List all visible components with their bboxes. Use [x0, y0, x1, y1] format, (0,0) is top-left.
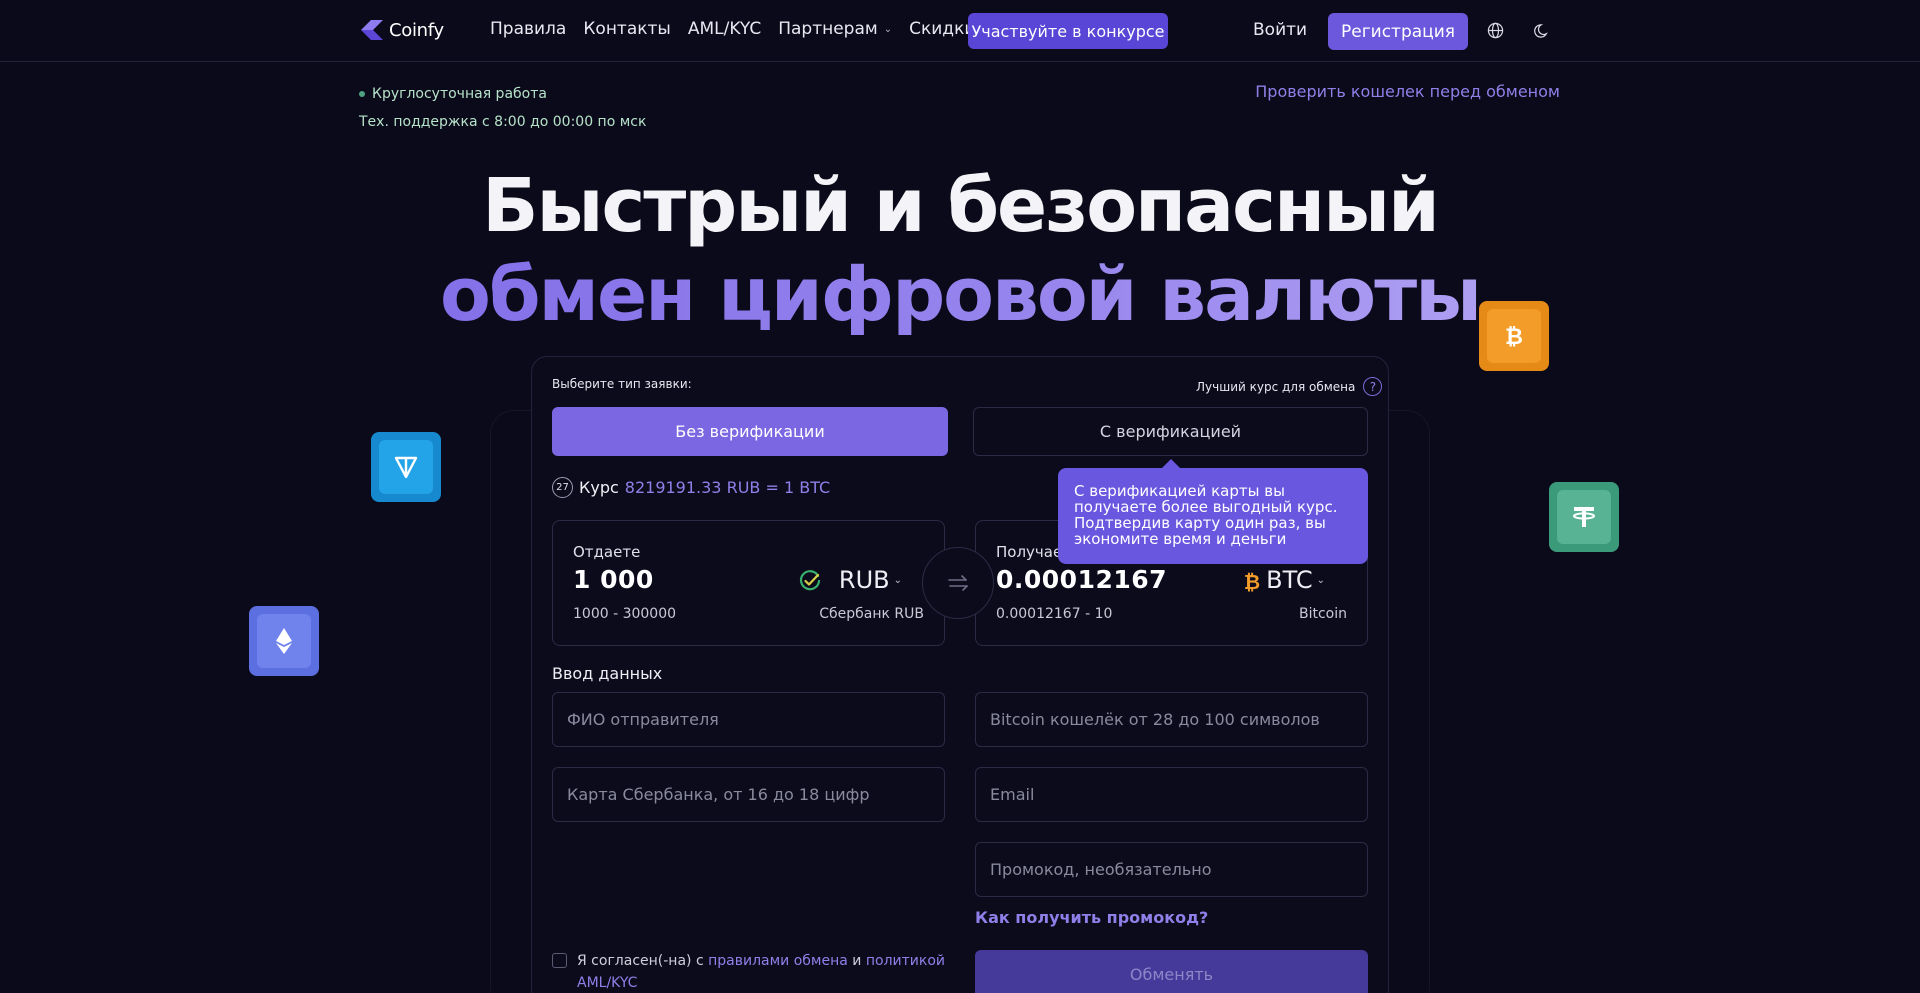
logo-text: Coinfy [389, 19, 444, 41]
status-line: Круглосуточная работа [359, 86, 547, 102]
ethereum-coin [249, 606, 319, 676]
agreement-text: Я согласен(-на) с правилами обмена и пол… [577, 950, 952, 993]
swap-icon [948, 575, 968, 591]
sender-name-field[interactable] [552, 692, 945, 747]
status-text: Круглосуточная работа [372, 86, 547, 102]
hero-title-line1: Быстрый и безопасный [482, 163, 1440, 249]
chevron-down-icon: ⌄ [893, 574, 902, 586]
ton-coin [371, 432, 441, 502]
agreement-prefix: Я согласен(-на) с [577, 953, 704, 969]
timer-icon: 27 [552, 477, 573, 498]
nav-contacts[interactable]: Контакты [583, 19, 671, 39]
give-range: 1000 - 300000 [573, 606, 677, 622]
bitcoin-icon: ₿ [1505, 325, 1523, 349]
top-header: Coinfy Правила Контакты AML/KYC Партнера… [0, 0, 1920, 62]
status-dot [359, 91, 365, 97]
contest-button[interactable]: Участвуйте в конкурсе [968, 13, 1168, 49]
get-bank: Bitcoin [1298, 606, 1347, 622]
support-hours: Тех. поддержка с 8:00 до 00:00 по мск [359, 114, 647, 130]
main-nav: Правила Контакты AML/KYC Партнерам ⌄ Ски… [490, 19, 975, 39]
email-field[interactable] [975, 767, 1368, 822]
request-type-label: Выберите тип заявки: [552, 377, 692, 391]
tether-icon [1573, 507, 1595, 527]
give-label: Отдаете [573, 543, 641, 561]
nav-rules[interactable]: Правила [490, 19, 566, 39]
tab-verification[interactable]: С верификацией [973, 407, 1368, 456]
get-currency: BTC [1266, 566, 1313, 594]
bitcoin-wallet-field[interactable] [975, 692, 1368, 747]
give-currency: RUB [838, 566, 890, 594]
chevron-down-icon: ⌄ [1316, 574, 1325, 586]
chevron-down-icon: ⌄ [883, 23, 893, 35]
best-rate-label: Лучший курс для обмена [1196, 379, 1356, 394]
svg-text:₿: ₿ [1244, 570, 1260, 592]
tether-coin [1549, 482, 1619, 552]
help-icon[interactable]: ? [1363, 377, 1383, 396]
exchange-button[interactable]: Обменять [975, 950, 1368, 993]
card-number-field[interactable] [552, 767, 945, 822]
ton-icon [394, 456, 418, 479]
logo-icon [361, 20, 383, 40]
svg-text:₿: ₿ [1505, 325, 1523, 349]
nav-aml-kyc[interactable]: AML/KYC [688, 19, 761, 39]
rate-value: 8219191.33 RUB = 1 BTC [624, 478, 831, 497]
hero-title-line2: обмен цифровой валюты [0, 255, 1920, 335]
register-button[interactable]: Регистрация [1328, 13, 1468, 50]
best-rate: Лучший курс для обмена ? [1196, 377, 1383, 396]
nav-discounts[interactable]: Скидки [909, 19, 975, 39]
give-bank: Сбербанк RUB [819, 606, 924, 622]
bitcoin-coin: ₿ [1479, 301, 1549, 371]
agreement-checkbox[interactable] [552, 953, 567, 968]
rate-line: 27 Курс 8219191.33 RUB = 1 BTC [552, 477, 830, 498]
bitcoin-icon: ₿ [1244, 570, 1260, 592]
get-amount[interactable]: 0.00012167 [996, 565, 1167, 594]
agreement: Я согласен(-на) с правилами обмена и пол… [552, 950, 952, 993]
globe-icon[interactable] [1487, 22, 1504, 39]
give-box: Отдаете 1 000 1000 - 300000 RUB ⌄ Сберба… [552, 520, 945, 646]
get-currency-select[interactable]: BTC ⌄ [1266, 566, 1325, 594]
data-input-heading: Ввод данных [552, 664, 663, 683]
nav-partners[interactable]: Партнерам ⌄ [778, 19, 892, 39]
get-range: 0.00012167 - 10 [996, 606, 1113, 622]
ethereum-icon [276, 628, 292, 654]
promo-code-field[interactable] [975, 842, 1368, 897]
logo[interactable]: Coinfy [359, 19, 444, 41]
promo-code-link[interactable]: Как получить промокод? [975, 908, 1208, 927]
agreement-and: и [852, 953, 862, 969]
check-circle-icon [799, 570, 821, 591]
rules-link[interactable]: правилами обмена [708, 953, 848, 969]
verification-tooltip: С верификацией карты вы получаете более … [1058, 468, 1368, 564]
moon-icon[interactable] [1534, 22, 1551, 39]
login-button[interactable]: Войти [1253, 20, 1307, 40]
give-amount[interactable]: 1 000 [573, 565, 654, 594]
give-currency-select[interactable]: RUB ⌄ [839, 566, 902, 594]
check-wallet-link[interactable]: Проверить кошелек перед обменом [1255, 82, 1560, 101]
swap-button[interactable] [922, 547, 994, 619]
rate-label: Курс [579, 478, 619, 497]
tab-no-verification[interactable]: Без верификации [552, 407, 948, 456]
nav-partners-label: Партнерам [778, 19, 878, 39]
